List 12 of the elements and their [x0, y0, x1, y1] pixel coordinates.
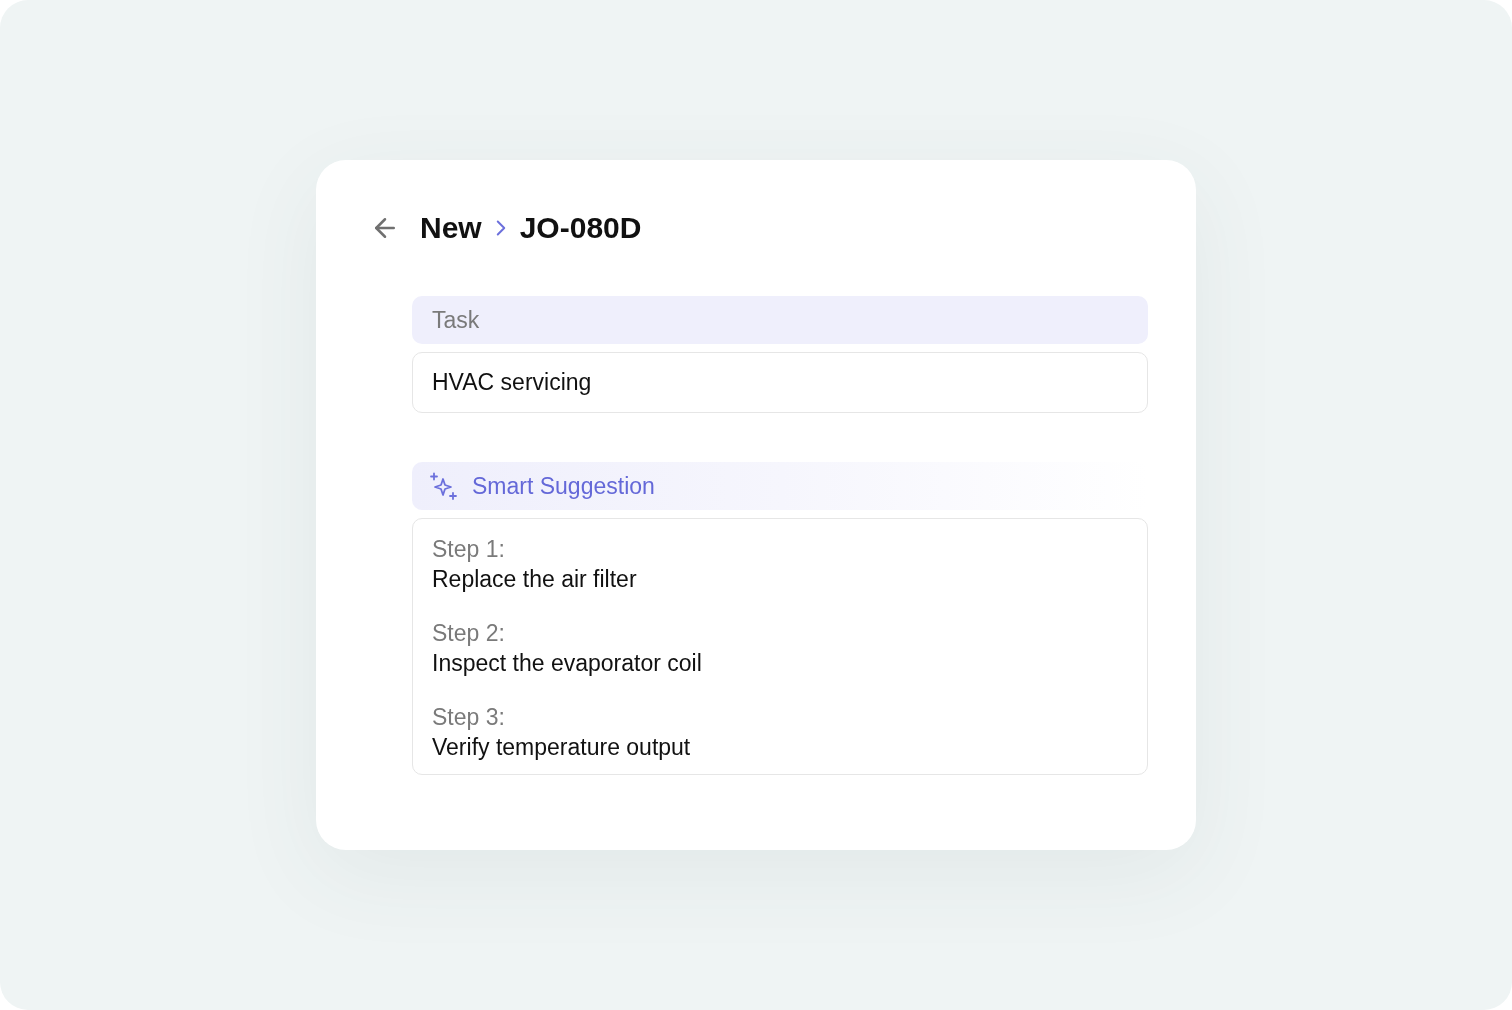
sparkle-icon [430, 472, 458, 500]
step-label: Step 1: [432, 535, 505, 564]
step-label: Step 3: [432, 703, 505, 732]
step-text: Verify temperature output [432, 733, 691, 762]
breadcrumb-link[interactable]: New [420, 208, 482, 248]
task-field[interactable]: HVAC servicing [412, 352, 1148, 413]
step-text: Inspect the evaporator coil [432, 649, 702, 678]
suggestion-title: Smart Suggestion [472, 471, 655, 501]
step-text: Replace the air filter [432, 565, 637, 594]
step-label: Step 2: [432, 619, 505, 648]
page-title: JO-080D [519, 210, 642, 246]
task-label: Task [412, 296, 1148, 344]
